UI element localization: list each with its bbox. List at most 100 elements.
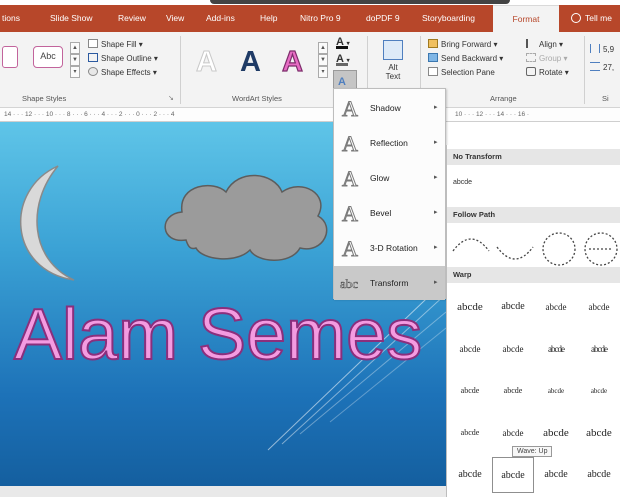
size-group-label: Si <box>602 94 609 103</box>
follow-path-circle[interactable] <box>542 232 576 266</box>
submenu-arrow-icon: ▸ <box>434 104 438 111</box>
warp-option[interactable]: abcde <box>578 289 620 325</box>
text-effects-menu: A Shadow ▸ A Reflection ▸ A Glow ▸ A Bev… <box>333 88 446 300</box>
follow-path-arch-up[interactable] <box>452 238 490 252</box>
follow-path-arch-down[interactable] <box>496 246 534 260</box>
wordart-style-pink[interactable]: A <box>281 45 303 79</box>
glow-icon: A <box>342 166 359 192</box>
warp-option[interactable]: abcde <box>492 331 534 367</box>
warp-option[interactable]: abcde <box>449 373 491 409</box>
send-backward-icon <box>428 53 438 62</box>
menu-item-3d-rotation[interactable]: A 3-D Rotation ▸ <box>334 231 445 265</box>
warp-option[interactable]: abcde <box>578 331 620 367</box>
shape-style-abc-button[interactable]: Abc <box>33 46 63 68</box>
tab-slide-show[interactable]: Slide Show <box>50 5 93 32</box>
reflection-icon: A <box>342 131 359 157</box>
warp-option-wave-up[interactable]: abcde <box>492 457 534 493</box>
bring-forward-button[interactable]: Bring Forward ▾ <box>428 39 498 49</box>
send-backward-label: Send Backward <box>441 54 498 63</box>
warp-option[interactable]: abcde <box>535 289 577 325</box>
submenu-arrow-icon: ▸ <box>434 244 438 251</box>
tab-dopdf[interactable]: doPDF 9 <box>366 5 400 32</box>
text-outline-icon: A <box>336 53 344 65</box>
submenu-arrow-icon: ▸ <box>434 174 438 181</box>
menu-item-bevel[interactable]: A Bevel ▸ <box>334 196 445 230</box>
warp-option[interactable]: abcde <box>492 373 534 409</box>
dialog-launcher-icon[interactable]: ↘ <box>168 94 174 102</box>
tell-me-search[interactable]: Tell me <box>571 5 612 32</box>
submenu-arrow-icon: ▸ <box>434 139 438 146</box>
warp-option[interactable]: abcde <box>449 457 491 493</box>
submenu-arrow-icon: ▸ <box>434 279 438 286</box>
menu-item-shadow[interactable]: A Shadow ▸ <box>334 91 445 125</box>
align-button[interactable]: Align ▾ <box>526 39 563 49</box>
shape-fill-button[interactable]: Shape Fill ▾ <box>88 39 143 49</box>
shape-gallery-up-icon[interactable]: ▲ <box>70 42 80 54</box>
ruler-ticks-right: 10 · · · 12 · · · 14 · · · 16 · <box>455 111 530 118</box>
no-transform-option[interactable]: abcde <box>453 179 472 186</box>
warp-option[interactable]: abcde <box>535 457 577 493</box>
tab-add-ins[interactable]: Add-ins <box>206 5 235 32</box>
send-backward-button[interactable]: Send Backward ▾ <box>428 53 503 63</box>
group-separator <box>584 36 585 104</box>
text-fill-button[interactable]: A ▾ <box>336 36 350 49</box>
wave-up-tooltip: Wave: Up <box>512 446 553 457</box>
tab-review[interactable]: Review <box>118 5 146 32</box>
menu-item-transform[interactable]: abc Transform ▸ <box>334 266 445 300</box>
warp-option[interactable]: abcde <box>535 331 577 367</box>
menu-item-label: Shadow <box>370 103 401 113</box>
crescent-moon-shape <box>19 165 75 281</box>
wordart-style-outline[interactable]: A <box>196 46 218 79</box>
lightbulb-icon <box>571 13 581 23</box>
warp-option[interactable]: abcde <box>578 415 620 451</box>
selection-pane-button[interactable]: Selection Pane <box>428 67 495 77</box>
shape-style-thumb[interactable] <box>2 46 18 68</box>
title-ink <box>210 0 510 4</box>
warp-option[interactable]: abcde <box>535 373 577 409</box>
wordart-gallery-more-icon[interactable]: ▾ <box>318 66 328 78</box>
tab-help[interactable]: Help <box>260 5 277 32</box>
alt-text-button[interactable]: Alt Text <box>374 40 412 92</box>
paint-bucket-icon <box>88 39 98 48</box>
shape-gallery-more-icon[interactable]: ▾ <box>70 66 80 78</box>
warp-option[interactable]: abcde <box>449 331 491 367</box>
tab-view[interactable]: View <box>166 5 184 32</box>
rotate-button[interactable]: Rotate ▾ <box>526 67 569 77</box>
slide-wordart-title[interactable]: Alam Semes <box>13 294 423 376</box>
shape-height-value: 5,9 <box>603 45 615 54</box>
tab-format[interactable]: Format <box>493 5 559 32</box>
wordart-style-dark[interactable]: A <box>240 46 261 79</box>
text-outline-button[interactable]: A ▾ <box>336 53 350 66</box>
bring-forward-icon <box>428 39 438 48</box>
group-button[interactable]: Group ▾ <box>526 53 567 63</box>
wordart-gallery-up-icon[interactable]: ▲ <box>318 42 328 54</box>
warp-option[interactable]: abcde <box>578 373 620 409</box>
warp-option[interactable]: abcde <box>449 289 491 325</box>
tab-nitro-pro[interactable]: Nitro Pro 9 <box>300 5 341 32</box>
shape-outline-label: Shape Outline <box>101 54 152 63</box>
wordart-gallery-down-icon[interactable]: ▼ <box>318 54 328 66</box>
no-transform-header: No Transform <box>447 149 620 165</box>
shape-effects-label: Shape Effects <box>101 68 151 77</box>
warp-option[interactable]: abcde <box>449 415 491 451</box>
tell-me-label: Tell me <box>585 13 612 23</box>
warp-option[interactable]: abcde <box>578 457 620 493</box>
transform-icon: abc <box>340 276 359 292</box>
shape-gallery-down-icon[interactable]: ▼ <box>70 54 80 66</box>
shape-effects-button[interactable]: Shape Effects ▾ <box>88 67 157 77</box>
shape-outline-button[interactable]: Shape Outline ▾ <box>88 53 158 63</box>
shadow-icon: A <box>342 96 359 122</box>
pen-outline-icon <box>88 53 98 62</box>
shape-effects-icon <box>88 67 98 76</box>
horizontal-ruler: 14 · · · 12 · · · 10 · · · 8 · · · 6 · ·… <box>0 108 620 122</box>
menu-item-reflection[interactable]: A Reflection ▸ <box>334 126 445 160</box>
tab-animations[interactable]: tions <box>2 5 20 32</box>
warp-option[interactable]: abcde <box>492 289 534 325</box>
bring-forward-label: Bring Forward <box>441 40 492 49</box>
follow-path-button[interactable] <box>584 232 618 266</box>
menu-item-glow[interactable]: A Glow ▸ <box>334 161 445 195</box>
tab-storyboarding[interactable]: Storyboarding <box>422 5 475 32</box>
shape-height-field[interactable]: 5,9 <box>590 44 614 54</box>
shape-width-field[interactable]: 27, <box>590 62 614 72</box>
group-icon <box>526 53 536 62</box>
